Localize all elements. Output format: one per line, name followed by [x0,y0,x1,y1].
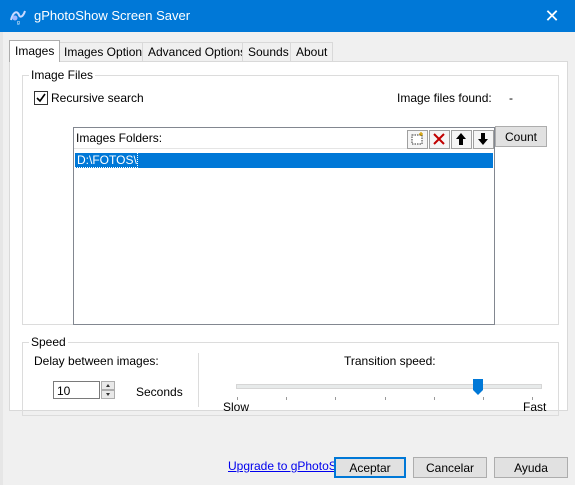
slider-tick [286,397,287,400]
transition-speed-label: Transition speed: [344,354,436,368]
delay-label: Delay between images: [34,354,159,368]
transition-speed-slider[interactable] [236,384,542,389]
ok-button[interactable]: Aceptar [334,457,406,478]
delay-down-button[interactable] [101,390,115,399]
count-button[interactable]: Count [495,126,547,147]
speed-group-label: Speed [29,335,68,349]
chevron-up-icon [106,384,110,387]
title-bar: g gPhotoShow Screen Saver ✕ [0,0,575,32]
delay-unit-label: Seconds [136,385,183,399]
cancel-button[interactable]: Cancelar [413,457,487,478]
move-down-button[interactable] [473,130,494,149]
images-folders-header: Images Folders: [74,128,494,149]
delete-icon [433,133,445,145]
delete-folder-button[interactable] [429,130,450,149]
gphotoshow-logo-icon: g [9,7,27,26]
image-files-found-label: Image files found: [397,91,492,105]
tab-about[interactable]: About [290,42,334,61]
image-files-found-value: - [509,91,513,105]
image-files-group-label: Image Files [29,68,96,82]
checkmark-icon [36,93,46,103]
slider-thumb[interactable] [473,379,483,395]
chevron-down-icon [106,393,110,396]
delay-up-button[interactable] [101,381,115,390]
move-up-icon [456,133,466,145]
slider-tick [385,397,386,400]
images-folders-list[interactable]: Images Folders: D:\FOTOS\ [73,127,495,325]
delay-input[interactable]: 10 [53,381,100,399]
fast-label: Fast [523,400,547,414]
speed-group: Speed Delay between images: 10 Seconds T… [22,335,559,416]
image-files-group: Image Files Recursive search Image files… [22,68,559,325]
speed-divider [198,353,199,407]
add-folder-button[interactable] [407,130,428,149]
window-title: gPhotoShow Screen Saver [34,8,191,23]
add-folder-icon [411,132,423,145]
list-item[interactable]: D:\FOTOS\ [74,152,493,168]
window-edge [0,32,3,485]
tab-sounds[interactable]: Sounds [242,42,295,61]
svg-text:g: g [17,20,20,25]
slider-tick [434,397,435,400]
images-tab-panel: Image Files Recursive search Image files… [9,61,568,473]
move-up-button[interactable] [451,130,472,149]
images-folders-header-label: Images Folders: [76,131,163,145]
tab-images[interactable]: Images [9,40,61,62]
slider-tick [483,397,484,400]
recursive-search-checkbox[interactable] [34,91,48,105]
slider-tick [335,397,336,400]
close-icon[interactable]: ✕ [529,0,575,32]
dialog-body: Images Images Options Advanced Options S… [0,32,575,485]
tab-images-options[interactable]: Images Options [58,42,155,61]
slow-label: Slow [223,400,250,414]
help-button[interactable]: Ayuda [494,457,568,478]
recursive-search-label: Recursive search [51,91,144,105]
folder-path: D:\FOTOS\ [74,152,138,168]
tab-advanced-options[interactable]: Advanced Options [142,42,253,61]
move-down-icon [478,133,488,145]
